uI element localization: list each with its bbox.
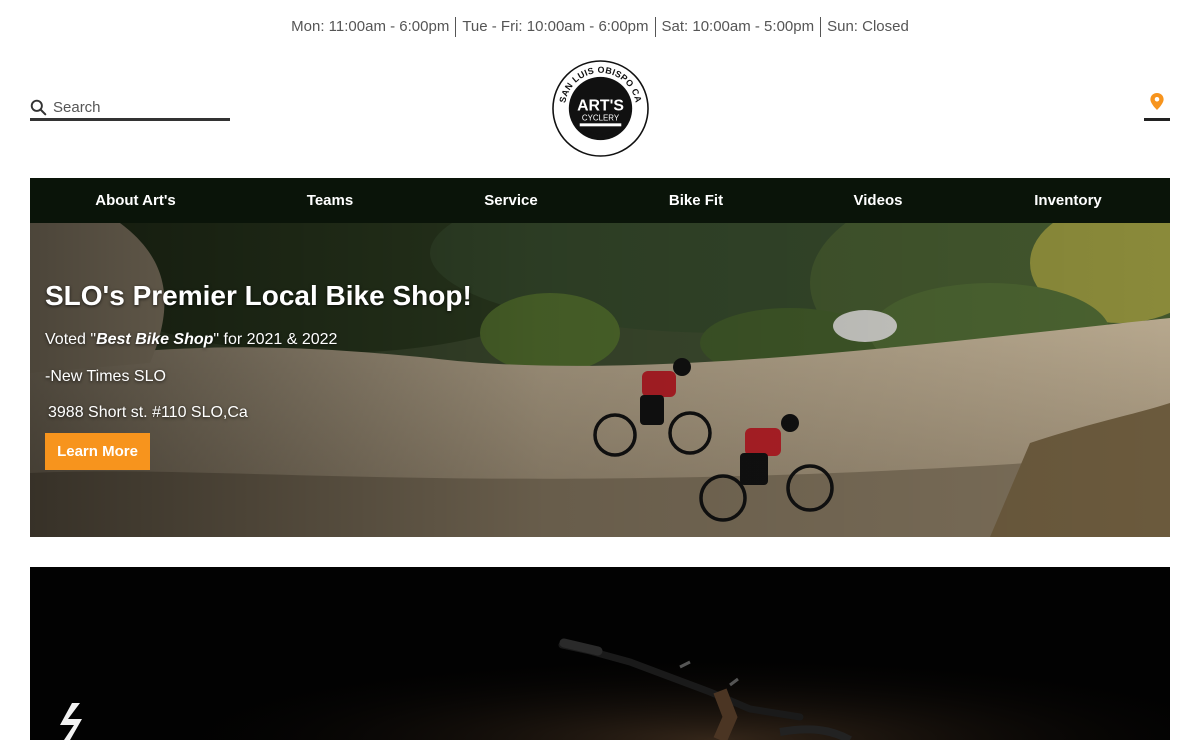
hero-source: -New Times SLO bbox=[45, 368, 166, 385]
nav-teams[interactable]: Teams bbox=[290, 192, 370, 209]
arts-cyclery-logo[interactable]: SAN LUIS OBISPO CA ART'S CYCLERY EST. 19… bbox=[551, 59, 650, 158]
main-nav: About Art's Teams Service Bike Fit Video… bbox=[30, 178, 1170, 223]
hero-banner: SLO's Premier Local Bike Shop! Voted "Be… bbox=[30, 223, 1170, 537]
hero-address: 3988 Short st. #110 SLO,Ca bbox=[48, 404, 248, 421]
search-input[interactable] bbox=[53, 98, 223, 116]
logo-name: ART'S bbox=[577, 97, 624, 114]
logo-subname: CYCLERY bbox=[582, 113, 620, 122]
search-icon[interactable] bbox=[30, 99, 47, 116]
hero-award: Best Bike Shop bbox=[96, 331, 214, 348]
hero-text: SLO's Premier Local Bike Shop! Voted "Be… bbox=[45, 278, 472, 423]
hours-saturday: Sat: 10:00am - 5:00pm bbox=[654, 17, 821, 37]
hero-title: SLO's Premier Local Bike Shop! bbox=[45, 280, 472, 311]
specialized-promo-banner[interactable] bbox=[30, 567, 1170, 740]
nav-videos[interactable]: Videos bbox=[838, 192, 918, 209]
store-location-button[interactable] bbox=[1144, 93, 1170, 121]
hero-voted-line: Voted "Best Bike Shop" for 2021 & 2022 bbox=[45, 331, 338, 348]
hours-monday: Mon: 11:00am - 6:00pm bbox=[291, 18, 450, 35]
hours-tue-fri: Tue - Fri: 10:00am - 6:00pm bbox=[455, 17, 654, 37]
nav-bike-fit[interactable]: Bike Fit bbox=[656, 192, 736, 209]
nav-inventory[interactable]: Inventory bbox=[1018, 192, 1118, 209]
map-pin-icon[interactable] bbox=[1150, 93, 1164, 110]
store-hours: Mon: 11:00am - 6:00pm Tue - Fri: 10:00am… bbox=[0, 16, 1200, 38]
nav-about-arts[interactable]: About Art's bbox=[78, 192, 193, 209]
learn-more-button[interactable]: Learn More bbox=[45, 433, 150, 470]
hours-sunday: Sun: Closed bbox=[820, 17, 915, 37]
search-box[interactable] bbox=[30, 96, 230, 121]
nav-service[interactable]: Service bbox=[470, 192, 552, 209]
